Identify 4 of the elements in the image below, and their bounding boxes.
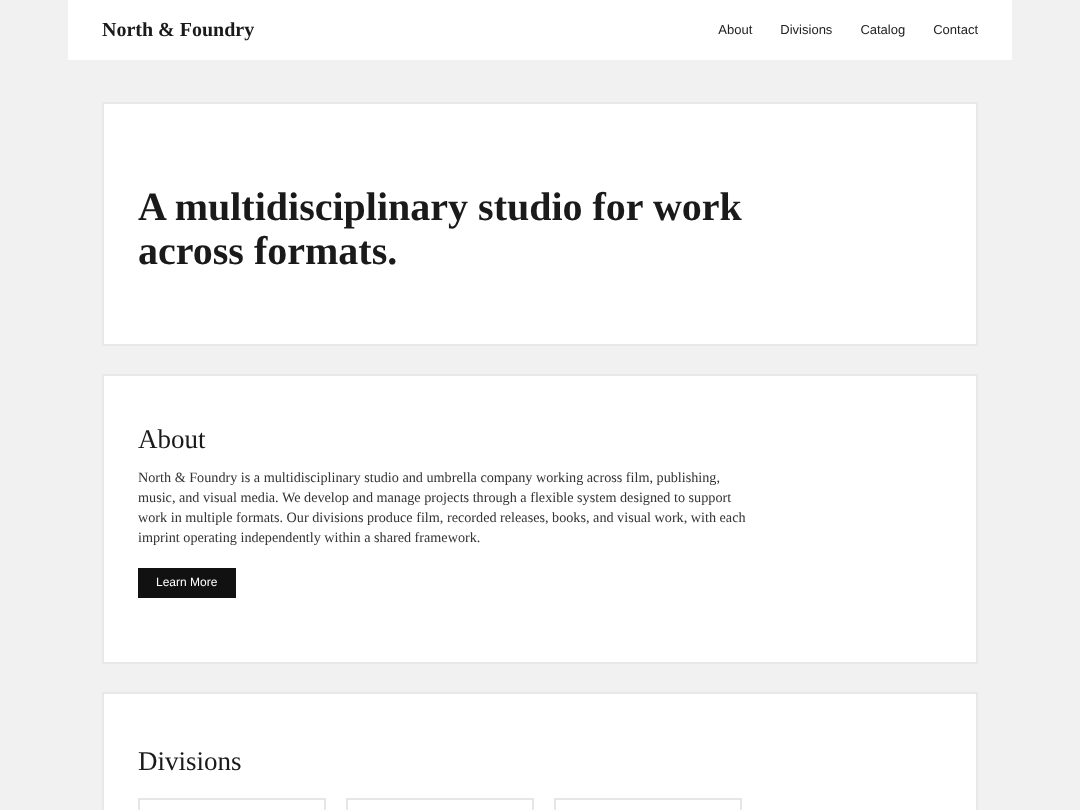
section-heading: Divisions [138,746,244,778]
brand-name[interactable]: North & Foundry [102,19,255,41]
section-heading: About [138,424,208,456]
hero-headline: A multidisciplinary studio for work across formats. [138,186,744,274]
